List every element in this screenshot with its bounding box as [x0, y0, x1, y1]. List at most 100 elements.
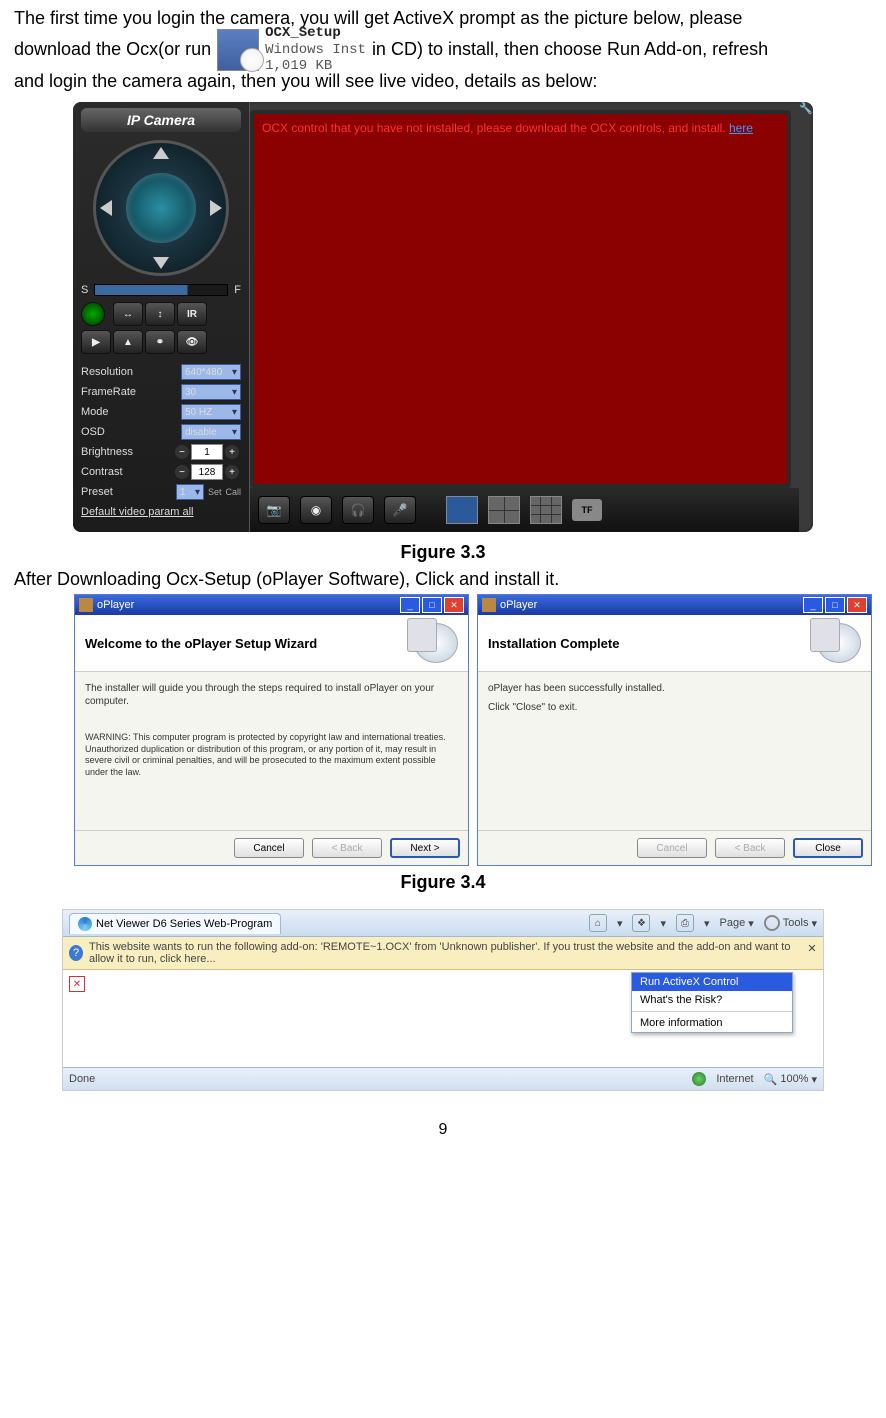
menu-run-activex[interactable]: Run ActiveX Control [632, 973, 792, 991]
brightness-minus[interactable]: − [175, 445, 189, 459]
context-menu: Run ActiveX Control What's the Risk? Mor… [631, 972, 793, 1033]
intro-line1: The first time you login the camera, you… [14, 8, 872, 29]
default-video-link[interactable]: Default video param all [81, 506, 241, 518]
osd-label: OSD [81, 426, 105, 438]
tools-menu[interactable]: Tools ▾ [764, 915, 817, 931]
link-button[interactable]: ⚭ [145, 330, 175, 354]
bottom-toolbar: 📷 ◉ 🎧 🎤 TF [250, 488, 799, 532]
framerate-label: FrameRate [81, 386, 136, 398]
installer2-title: oPlayer [500, 599, 537, 611]
zoom-control[interactable]: 🔍100%▾ [764, 1073, 817, 1086]
feed-icon[interactable]: ❖ [632, 914, 650, 932]
page-number: 9 [14, 1121, 872, 1139]
back-button: < Back [715, 838, 785, 858]
info-close-icon[interactable]: ✕ [805, 941, 819, 955]
camera-tool[interactable]: 📷 [258, 496, 290, 524]
after-download-text: After Downloading Ocx-Setup (oPlayer Sof… [14, 569, 872, 590]
contrast-minus[interactable]: − [175, 465, 189, 479]
play-button[interactable]: ▶ [81, 330, 111, 354]
brightness-value[interactable] [191, 444, 223, 460]
ie-icon [78, 917, 92, 931]
preset-label: Preset [81, 486, 113, 498]
audio-tool[interactable]: 🎧 [342, 496, 374, 524]
ocx-setup-file: OCX_Setup Windows Inst 1,019 KB [217, 29, 366, 71]
installer-icon [482, 598, 496, 612]
record-button[interactable] [81, 302, 105, 326]
flip-v-button[interactable]: ↕ [145, 302, 175, 326]
ocx-message: OCX control that you have not installed,… [262, 120, 779, 137]
installer-welcome: oPlayer _ □ ✕ Welcome to the oPlayer Set… [74, 594, 469, 866]
installer2-body1: oPlayer has been successfully installed. [488, 682, 861, 695]
installer1-title: oPlayer [97, 599, 134, 611]
framerate-select[interactable]: 30 [181, 384, 241, 400]
speed-f-label: F [234, 284, 241, 296]
installer-graphic [414, 623, 458, 663]
info-text: This website wants to run the following … [89, 941, 817, 965]
resolution-label: Resolution [81, 366, 133, 378]
close-button[interactable]: ✕ [444, 597, 464, 613]
view-9[interactable] [530, 496, 562, 524]
back-button: < Back [312, 838, 382, 858]
menu-more-info[interactable]: More information [632, 1014, 792, 1032]
installer1-body: The installer will guide you through the… [85, 682, 458, 708]
contrast-value[interactable] [191, 464, 223, 480]
setup-type: Windows Inst [265, 42, 366, 58]
ie-addon-screenshot: Net Viewer D6 Series Web-Program ⌂ ▾ ❖ ▾… [62, 909, 824, 1091]
home-icon[interactable]: ⌂ [589, 914, 607, 932]
status-done: Done [69, 1073, 95, 1085]
tf-button[interactable]: TF [572, 499, 602, 521]
intro-line2b: in CD) to install, then choose Run Add-o… [372, 37, 768, 62]
status-internet: Internet [716, 1073, 753, 1085]
mode-select[interactable]: 50 HZ [181, 404, 241, 420]
close-button[interactable]: ✕ [847, 597, 867, 613]
next-button[interactable]: Next > [390, 838, 460, 858]
maximize-button[interactable]: □ [422, 597, 442, 613]
preset-call[interactable]: Call [225, 487, 241, 497]
brightness-label: Brightness [81, 446, 133, 458]
browser-tab[interactable]: Net Viewer D6 Series Web-Program [69, 913, 281, 934]
page-menu[interactable]: Page ▾ [720, 917, 754, 930]
osd-select[interactable]: disable [181, 424, 241, 440]
mic-tool[interactable]: 🎤 [384, 496, 416, 524]
ptz-dial[interactable] [93, 140, 229, 276]
minimize-button[interactable]: _ [803, 597, 823, 613]
close-button-footer[interactable]: Close [793, 838, 863, 858]
resolution-select[interactable]: 640*480 [181, 364, 241, 380]
ir-button[interactable]: IR [177, 302, 207, 326]
contrast-plus[interactable]: + [225, 465, 239, 479]
globe-icon [692, 1072, 706, 1086]
installer2-header: Installation Complete [488, 636, 619, 651]
video-area: OCX control that you have not installed,… [250, 110, 791, 488]
maximize-button[interactable]: □ [825, 597, 845, 613]
snapshot-tool[interactable]: ◉ [300, 496, 332, 524]
info-icon: ? [69, 945, 83, 961]
view-button[interactable]: 👁 [177, 330, 207, 354]
cancel-button: Cancel [637, 838, 707, 858]
installer-complete: oPlayer _ □ ✕ Installation Complete oPla… [477, 594, 872, 866]
installer-icon [79, 598, 93, 612]
speed-slider[interactable] [94, 284, 228, 296]
intro-line3: and login the camera again, then you wil… [14, 71, 872, 92]
view-1[interactable] [446, 496, 478, 524]
stop-button[interactable]: ▲ [113, 330, 143, 354]
setup-filename: OCX_Setup [265, 25, 341, 41]
installer2-body2: Click "Close" to exit. [488, 701, 861, 714]
minimize-button[interactable]: _ [400, 597, 420, 613]
cancel-button[interactable]: Cancel [234, 838, 304, 858]
preset-set[interactable]: Set [208, 487, 222, 497]
broken-image-icon: ✕ [69, 976, 85, 992]
print-icon[interactable]: ⎙ [676, 914, 694, 932]
ipcam-sidebar: IP Camera S F ↔ ↕ IR ▶ ▲ ⚭ 👁 [73, 102, 250, 532]
ipcam-screenshot: IP Camera S F ↔ ↕ IR ▶ ▲ ⚭ 👁 [73, 102, 813, 532]
information-bar[interactable]: ? This website wants to run the followin… [63, 937, 823, 970]
view-4[interactable] [488, 496, 520, 524]
speed-s-label: S [81, 284, 88, 296]
tab-title: Net Viewer D6 Series Web-Program [96, 918, 272, 930]
intro-line2a: download the Ocx(or run [14, 37, 211, 62]
ocx-download-link[interactable]: here [729, 121, 753, 135]
preset-select[interactable]: 1 [176, 484, 204, 500]
settings-button[interactable]: 🔧 [799, 102, 813, 532]
menu-whats-risk[interactable]: What's the Risk? [632, 991, 792, 1009]
flip-h-button[interactable]: ↔ [113, 302, 143, 326]
brightness-plus[interactable]: + [225, 445, 239, 459]
